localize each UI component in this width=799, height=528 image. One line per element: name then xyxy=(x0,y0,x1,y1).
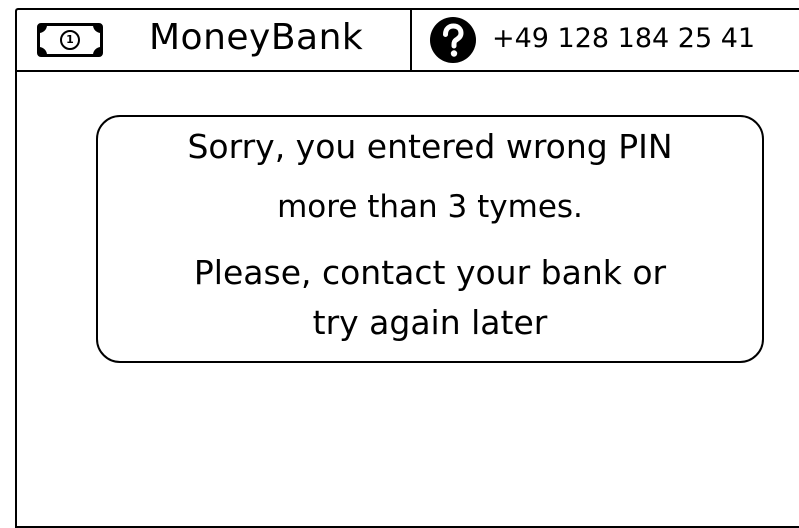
brand-name: MoneyBank xyxy=(149,17,364,58)
banknote-corner xyxy=(39,25,47,33)
banknote-corner xyxy=(93,47,101,55)
banknote-icon: 1 xyxy=(37,23,103,57)
header-bar: 1 MoneyBank +49 128 184 25 41 xyxy=(15,8,799,72)
banknote-coin-digit: 1 xyxy=(60,30,80,50)
message-line-4: try again later xyxy=(312,303,548,342)
message-line-3: Please, contact your bank or xyxy=(193,253,667,292)
banknote-corner xyxy=(93,25,101,33)
banknote-corner xyxy=(39,47,47,55)
brand-cell: 1 MoneyBank xyxy=(15,8,412,70)
help-contact-cell: +49 128 184 25 41 xyxy=(412,8,799,70)
question-circle-icon[interactable] xyxy=(429,16,477,64)
error-message-box: Sorry, you entered wrong PIN more than 3… xyxy=(96,115,764,363)
message-line-1: Sorry, you entered wrong PIN xyxy=(187,127,673,166)
support-phone-number: +49 128 184 25 41 xyxy=(492,23,756,54)
message-line-2: more than 3 tymes. xyxy=(277,189,583,225)
